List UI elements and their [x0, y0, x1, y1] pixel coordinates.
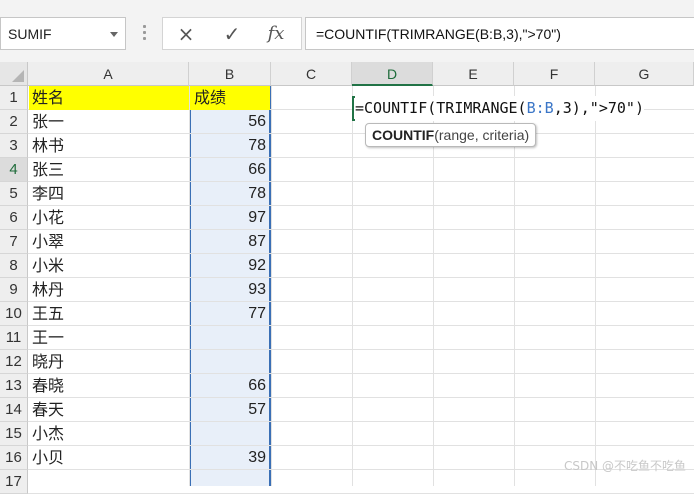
cell-a9[interactable]: 林丹: [29, 278, 189, 302]
cell-b11[interactable]: [190, 326, 270, 350]
row-header-9[interactable]: 9: [0, 278, 28, 302]
edit-suffix: ,3),">70"): [553, 99, 644, 117]
drag-handle-icon[interactable]: [143, 25, 147, 43]
gridline-vertical: [352, 86, 353, 486]
gridline-vertical: [271, 86, 272, 486]
formula-bar-area: SUMIF × ✓ fx =COUNTIF(TRIMRANGE(B:B,3),"…: [0, 0, 694, 62]
column-header-c[interactable]: C: [271, 62, 352, 86]
row-header-11[interactable]: 11: [0, 326, 28, 350]
formula-buttons: × ✓ fx: [162, 17, 302, 50]
watermark: CSDN @不吃鱼不吃鱼: [563, 459, 686, 473]
row-header-5[interactable]: 5: [0, 182, 28, 206]
tooltip-function-name[interactable]: COUNTIF: [372, 127, 434, 143]
row-header-7[interactable]: 7: [0, 230, 28, 254]
cell-a7[interactable]: 小翠: [29, 230, 189, 254]
formula-text: =COUNTIF(TRIMRANGE(B:B,3),">70"): [316, 26, 561, 42]
cell-a16[interactable]: 小贝: [29, 446, 189, 470]
cell-a4[interactable]: 张三: [29, 158, 189, 182]
cell-b8[interactable]: 92: [190, 254, 270, 278]
cell-a2[interactable]: 张一: [29, 110, 189, 134]
cell-a6[interactable]: 小花: [29, 206, 189, 230]
row-header-8[interactable]: 8: [0, 254, 28, 278]
cell-b4[interactable]: 66: [190, 158, 270, 182]
cell-b14[interactable]: 57: [190, 398, 270, 422]
cell-b2[interactable]: 56: [190, 110, 270, 134]
column-header-b[interactable]: B: [189, 62, 271, 86]
gridline-vertical: [595, 86, 596, 486]
column-header-e[interactable]: E: [433, 62, 514, 86]
cell-a8[interactable]: 小米: [29, 254, 189, 278]
row-header-3[interactable]: 3: [0, 134, 28, 158]
cell-b3[interactable]: 78: [190, 134, 270, 158]
row-header-2[interactable]: 2: [0, 110, 28, 134]
cell-b17[interactable]: [190, 470, 270, 494]
row-header-1[interactable]: 1: [0, 86, 28, 110]
column-header-d[interactable]: D: [352, 62, 433, 86]
cell-a17[interactable]: [29, 470, 189, 494]
cell-a3[interactable]: 林书: [29, 134, 189, 158]
enter-icon[interactable]: ✓: [219, 23, 245, 45]
cell-a10[interactable]: 王五: [29, 302, 189, 326]
name-box-value: SUMIF: [8, 26, 52, 42]
tooltip-args: (range, criteria): [434, 127, 530, 143]
insert-function-icon[interactable]: fx: [263, 23, 289, 45]
edit-range-ref: B:B: [526, 99, 554, 117]
cell-b5[interactable]: 78: [190, 182, 270, 206]
edit-prefix: =COUNTIF(TRIMRANGE(: [355, 99, 527, 117]
cell-a12[interactable]: 晓丹: [29, 350, 189, 374]
column-header-g[interactable]: G: [595, 62, 694, 86]
cell-a1[interactable]: 姓名: [29, 86, 189, 110]
cancel-icon[interactable]: ×: [173, 23, 199, 45]
cell-a13[interactable]: 春晓: [29, 374, 189, 398]
cell-edit-text[interactable]: =COUNTIF(TRIMRANGE(B:B,3),">70"): [355, 96, 644, 121]
cell-b15[interactable]: [190, 422, 270, 446]
cell-b13[interactable]: 66: [190, 374, 270, 398]
cell-b12[interactable]: [190, 350, 270, 374]
cell-a11[interactable]: 王一: [29, 326, 189, 350]
row-header-15[interactable]: 15: [0, 422, 28, 446]
select-all-button[interactable]: [0, 62, 28, 86]
row-header-16[interactable]: 16: [0, 446, 28, 470]
row-header-10[interactable]: 10: [0, 302, 28, 326]
cell-a5[interactable]: 李四: [29, 182, 189, 206]
row-header-6[interactable]: 6: [0, 206, 28, 230]
row-header-17[interactable]: 17: [0, 470, 28, 494]
row-header-12[interactable]: 12: [0, 350, 28, 374]
cell-b9[interactable]: 93: [190, 278, 270, 302]
spreadsheet-grid: A B C D E F G 1 姓名 成绩 2 张一 56 3 林书 78 4 张三 66 5 李四 78 6 小花 97 7 小翠…: [0, 62, 694, 494]
cell-b10[interactable]: 77: [190, 302, 270, 326]
cell-b6[interactable]: 97: [190, 206, 270, 230]
column-header-a[interactable]: A: [28, 62, 189, 86]
column-header-f[interactable]: F: [514, 62, 595, 86]
row-header-14[interactable]: 14: [0, 398, 28, 422]
function-tooltip[interactable]: COUNTIF(range, criteria): [365, 123, 537, 147]
cell-a15[interactable]: 小杰: [29, 422, 189, 446]
cell-a14[interactable]: 春天: [29, 398, 189, 422]
cell-b1[interactable]: 成绩: [190, 86, 270, 110]
row-header-13[interactable]: 13: [0, 374, 28, 398]
chevron-down-icon[interactable]: [110, 32, 118, 37]
name-box[interactable]: SUMIF: [0, 17, 126, 50]
cell-b16[interactable]: 39: [190, 446, 270, 470]
row-header-4[interactable]: 4: [0, 158, 28, 182]
cell-b7[interactable]: 87: [190, 230, 270, 254]
formula-input[interactable]: =COUNTIF(TRIMRANGE(B:B,3),">70"): [305, 17, 694, 50]
